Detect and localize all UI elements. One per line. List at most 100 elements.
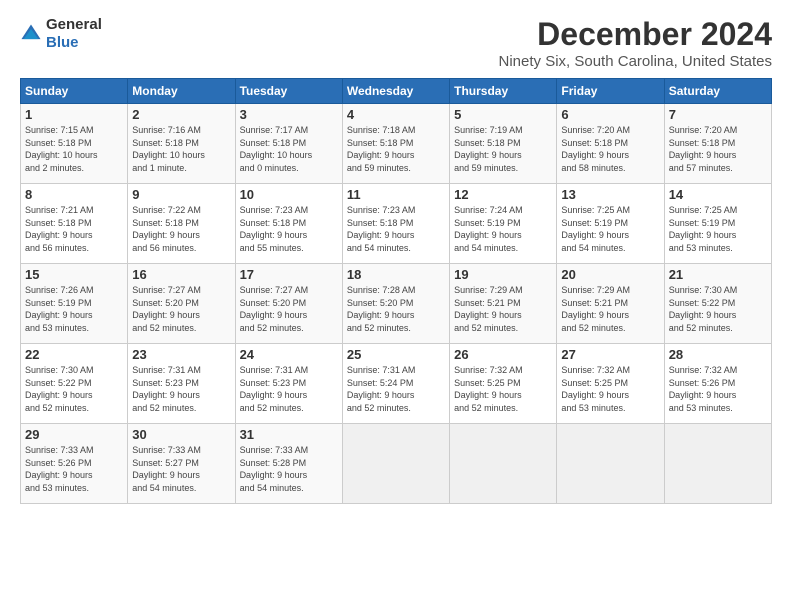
day-info: Sunrise: 7:25 AM Sunset: 5:19 PM Dayligh… [561,204,659,254]
logo-blue: Blue [46,34,79,51]
day-info: Sunrise: 7:23 AM Sunset: 5:18 PM Dayligh… [347,204,445,254]
calendar-cell: 30Sunrise: 7:33 AM Sunset: 5:27 PM Dayli… [128,424,235,504]
calendar-cell: 7 Sunrise: 7:20 AM Sunset: 5:18 PM Daylig… [664,104,771,184]
day-number: 5 [454,107,552,122]
col-monday: Monday [128,79,235,104]
main-container: General Blue December 2024 Ninety Six, S… [0,0,792,514]
calendar-cell: 16 Sunrise: 7:27 AM Sunset: 5:20 PM Dayli… [128,264,235,344]
col-friday: Friday [557,79,664,104]
calendar-cell: 1Sunrise: 7:15 AM Sunset: 5:18 PM Daylig… [21,104,128,184]
day-number: 29 [25,427,123,442]
calendar-cell [664,424,771,504]
day-info: Sunrise: 7:27 AM Sunset: 5:20 PM Dayligh… [132,284,230,334]
day-number: 10 [240,187,338,202]
calendar-cell: 18Sunrise: 7:28 AM Sunset: 5:20 PM Dayli… [342,264,449,344]
col-sunday: Sunday [21,79,128,104]
day-info: Sunrise: 7:33 AM Sunset: 5:28 PM Dayligh… [240,444,338,494]
day-number: 24 [240,347,338,362]
day-number: 14 [669,187,767,202]
calendar-cell: 21 Sunrise: 7:30 AM Sunset: 5:22 PM Dayli… [664,264,771,344]
day-info: Sunrise: 7:30 AM Sunset: 5:22 PM Dayligh… [25,364,123,414]
calendar-cell: 5 Sunrise: 7:19 AM Sunset: 5:18 PM Daylig… [450,104,557,184]
col-thursday: Thursday [450,79,557,104]
day-number: 2 [132,107,230,122]
day-number: 28 [669,347,767,362]
day-info: Sunrise: 7:25 AM Sunset: 5:19 PM Dayligh… [669,204,767,254]
calendar-cell: 12 Sunrise: 7:24 AM Sunset: 5:19 PM Dayli… [450,184,557,264]
day-info: Sunrise: 7:32 AM Sunset: 5:25 PM Dayligh… [561,364,659,414]
day-info: Sunrise: 7:16 AM Sunset: 5:18 PM Dayligh… [132,124,230,174]
day-info: Sunrise: 7:22 AM Sunset: 5:18 PM Dayligh… [132,204,230,254]
calendar-cell [450,424,557,504]
day-info: Sunrise: 7:29 AM Sunset: 5:21 PM Dayligh… [561,284,659,334]
calendar-cell: 31Sunrise: 7:33 AM Sunset: 5:28 PM Dayli… [235,424,342,504]
calendar-cell: 4 Sunrise: 7:18 AM Sunset: 5:18 PM Daylig… [342,104,449,184]
calendar-cell: 17 Sunrise: 7:27 AM Sunset: 5:20 PM Dayli… [235,264,342,344]
calendar-cell: 15 Sunrise: 7:26 AM Sunset: 5:19 PM Dayli… [21,264,128,344]
day-number: 6 [561,107,659,122]
day-number: 16 [132,267,230,282]
calendar-week-4: 22 Sunrise: 7:30 AM Sunset: 5:22 PM Dayli… [21,344,772,424]
day-info: Sunrise: 7:32 AM Sunset: 5:25 PM Dayligh… [454,364,552,414]
day-info: Sunrise: 7:26 AM Sunset: 5:19 PM Dayligh… [25,284,123,334]
day-number: 11 [347,187,445,202]
calendar-cell: 20 Sunrise: 7:29 AM Sunset: 5:21 PM Dayli… [557,264,664,344]
logo-general: General [46,16,102,33]
day-info: Sunrise: 7:28 AM Sunset: 5:20 PM Dayligh… [347,284,445,334]
day-number: 9 [132,187,230,202]
calendar-cell: 29 Sunrise: 7:33 AM Sunset: 5:26 PM Dayli… [21,424,128,504]
calendar-table: Sunday Monday Tuesday Wednesday Thursday… [20,78,772,504]
day-info: Sunrise: 7:31 AM Sunset: 5:23 PM Dayligh… [132,364,230,414]
day-number: 19 [454,267,552,282]
calendar-cell: 28 Sunrise: 7:32 AM Sunset: 5:26 PM Dayli… [664,344,771,424]
day-info: Sunrise: 7:24 AM Sunset: 5:19 PM Dayligh… [454,204,552,254]
day-number: 8 [25,187,123,202]
day-number: 13 [561,187,659,202]
day-number: 3 [240,107,338,122]
day-number: 27 [561,347,659,362]
day-number: 22 [25,347,123,362]
calendar-week-1: 1Sunrise: 7:15 AM Sunset: 5:18 PM Daylig… [21,104,772,184]
location-title: Ninety Six, South Carolina, United State… [499,53,772,70]
calendar-cell: 11 Sunrise: 7:23 AM Sunset: 5:18 PM Dayli… [342,184,449,264]
col-saturday: Saturday [664,79,771,104]
day-number: 21 [669,267,767,282]
logo-text: General Blue [46,16,102,52]
day-info: Sunrise: 7:15 AM Sunset: 5:18 PM Dayligh… [25,124,123,174]
day-number: 15 [25,267,123,282]
day-number: 12 [454,187,552,202]
calendar-cell: 10Sunrise: 7:23 AM Sunset: 5:18 PM Dayli… [235,184,342,264]
day-number: 30 [132,427,230,442]
day-number: 26 [454,347,552,362]
month-title: December 2024 [499,16,772,53]
calendar-week-3: 15 Sunrise: 7:26 AM Sunset: 5:19 PM Dayli… [21,264,772,344]
day-info: Sunrise: 7:19 AM Sunset: 5:18 PM Dayligh… [454,124,552,174]
day-info: Sunrise: 7:18 AM Sunset: 5:18 PM Dayligh… [347,124,445,174]
day-info: Sunrise: 7:29 AM Sunset: 5:21 PM Dayligh… [454,284,552,334]
calendar-cell: 23Sunrise: 7:31 AM Sunset: 5:23 PM Dayli… [128,344,235,424]
calendar-cell: 6Sunrise: 7:20 AM Sunset: 5:18 PM Daylig… [557,104,664,184]
calendar-cell [557,424,664,504]
calendar-cell: 9 Sunrise: 7:22 AM Sunset: 5:18 PM Daylig… [128,184,235,264]
calendar-cell: 14 Sunrise: 7:25 AM Sunset: 5:19 PM Dayli… [664,184,771,264]
calendar-header-row: Sunday Monday Tuesday Wednesday Thursday… [21,79,772,104]
day-number: 25 [347,347,445,362]
day-number: 17 [240,267,338,282]
calendar-week-2: 8Sunrise: 7:21 AM Sunset: 5:18 PM Daylig… [21,184,772,264]
day-number: 7 [669,107,767,122]
logo-icon [20,23,42,45]
day-info: Sunrise: 7:33 AM Sunset: 5:26 PM Dayligh… [25,444,123,494]
day-info: Sunrise: 7:31 AM Sunset: 5:23 PM Dayligh… [240,364,338,414]
day-number: 20 [561,267,659,282]
calendar-cell: 22 Sunrise: 7:30 AM Sunset: 5:22 PM Dayli… [21,344,128,424]
day-info: Sunrise: 7:32 AM Sunset: 5:26 PM Dayligh… [669,364,767,414]
calendar-cell: 8Sunrise: 7:21 AM Sunset: 5:18 PM Daylig… [21,184,128,264]
title-block: December 2024 Ninety Six, South Carolina… [499,16,772,70]
day-info: Sunrise: 7:27 AM Sunset: 5:20 PM Dayligh… [240,284,338,334]
day-number: 4 [347,107,445,122]
day-info: Sunrise: 7:20 AM Sunset: 5:18 PM Dayligh… [669,124,767,174]
col-tuesday: Tuesday [235,79,342,104]
calendar-cell [342,424,449,504]
day-info: Sunrise: 7:30 AM Sunset: 5:22 PM Dayligh… [669,284,767,334]
calendar-body: 1Sunrise: 7:15 AM Sunset: 5:18 PM Daylig… [21,104,772,504]
